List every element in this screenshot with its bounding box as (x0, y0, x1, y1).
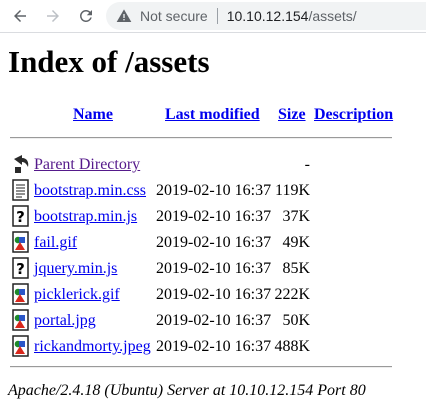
image-file-icon (12, 309, 29, 331)
file-link[interactable]: portal.jpg (34, 310, 96, 332)
file-modified: 2019-02-10 16:37 (156, 182, 272, 199)
file-size: 85K (282, 260, 310, 277)
file-row: picklerick.gif 2019-02-10 16:37 222K (0, 282, 426, 308)
file-row: portal.jpg 2019-02-10 16:37 50K (0, 308, 426, 334)
image-file-icon (12, 335, 29, 357)
file-modified: 2019-02-10 16:37 (156, 312, 272, 329)
file-modified: 2019-02-10 16:37 (156, 234, 272, 251)
security-label[interactable]: Not secure (140, 8, 208, 24)
file-modified: 2019-02-10 16:37 (156, 260, 272, 277)
browser-toolbar: Not secure 10.10.12.154/assets/ (0, 0, 426, 33)
reload-button[interactable] (74, 4, 98, 28)
file-row: fail.gif 2019-02-10 16:37 49K (0, 230, 426, 256)
file-row: bootstrap.min.css 2019-02-10 16:37 119K (0, 178, 426, 204)
divider-top (10, 137, 392, 139)
file-link[interactable]: picklerick.gif (34, 284, 120, 306)
address-bar[interactable]: Not secure 10.10.12.154/assets/ (106, 2, 426, 30)
arrow-left-icon (14, 10, 26, 22)
file-modified: 2019-02-10 16:37 (156, 208, 272, 225)
back-button[interactable] (8, 4, 32, 28)
file-link[interactable]: fail.gif (34, 232, 77, 254)
text-file-icon (12, 179, 29, 201)
forward-button[interactable] (41, 4, 65, 28)
url-host: 10.10.12.154 (226, 8, 309, 24)
parent-directory-row: Parent Directory - (0, 152, 426, 178)
file-link[interactable]: rickandmorty.jpeg (34, 336, 151, 358)
column-header-name[interactable]: Name (73, 104, 113, 126)
sort-by-last-modified-link[interactable]: Last modified (165, 106, 260, 123)
file-size: 119K (275, 182, 310, 199)
file-size: 49K (282, 234, 310, 251)
column-header-description[interactable]: Description (314, 104, 393, 126)
warning-icon[interactable] (116, 8, 132, 24)
server-signature: Apache/2.4.18 (Ubuntu) Server at 10.10.1… (8, 382, 366, 399)
divider-bottom (10, 366, 392, 368)
page-title: Index of /assets (8, 44, 210, 79)
back-icon (11, 153, 31, 175)
arrow-right-icon (47, 10, 59, 22)
image-file-icon (12, 283, 29, 305)
file-link[interactable]: bootstrap.min.css (34, 180, 146, 202)
file-size: 222K (274, 286, 310, 303)
file-link[interactable]: jquery.min.js (34, 258, 117, 280)
url-path: /assets/ (308, 8, 357, 24)
file-size: 488K (274, 338, 310, 355)
file-link[interactable]: bootstrap.min.js (34, 206, 137, 228)
unknown-file-icon: ? (12, 257, 29, 279)
omnibox-separator (216, 8, 218, 24)
sort-by-description-link[interactable]: Description (314, 106, 393, 123)
file-row: rickandmorty.jpeg 2019-02-10 16:37 488K (0, 334, 426, 360)
file-modified: 2019-02-10 16:37 (156, 286, 272, 303)
svg-text:?: ? (16, 260, 25, 278)
file-row: ? jquery.min.js 2019-02-10 16:37 85K (0, 256, 426, 282)
sort-by-size-link[interactable]: Size (278, 106, 306, 123)
file-size: 50K (282, 312, 310, 329)
file-row: ? bootstrap.min.js 2019-02-10 16:37 37K (0, 204, 426, 230)
sort-by-name-link[interactable]: Name (73, 106, 113, 123)
svg-text:?: ? (16, 208, 25, 226)
reload-icon (79, 9, 92, 22)
unknown-file-icon: ? (12, 205, 29, 227)
file-size: 37K (282, 208, 310, 225)
column-header-size[interactable]: Size (278, 104, 306, 126)
parent-size: - (304, 156, 310, 173)
file-modified: 2019-02-10 16:37 (156, 338, 272, 355)
column-header-last-modified[interactable]: Last modified (165, 104, 260, 126)
image-file-icon (12, 231, 29, 253)
parent-directory-link[interactable]: Parent Directory (34, 154, 140, 176)
